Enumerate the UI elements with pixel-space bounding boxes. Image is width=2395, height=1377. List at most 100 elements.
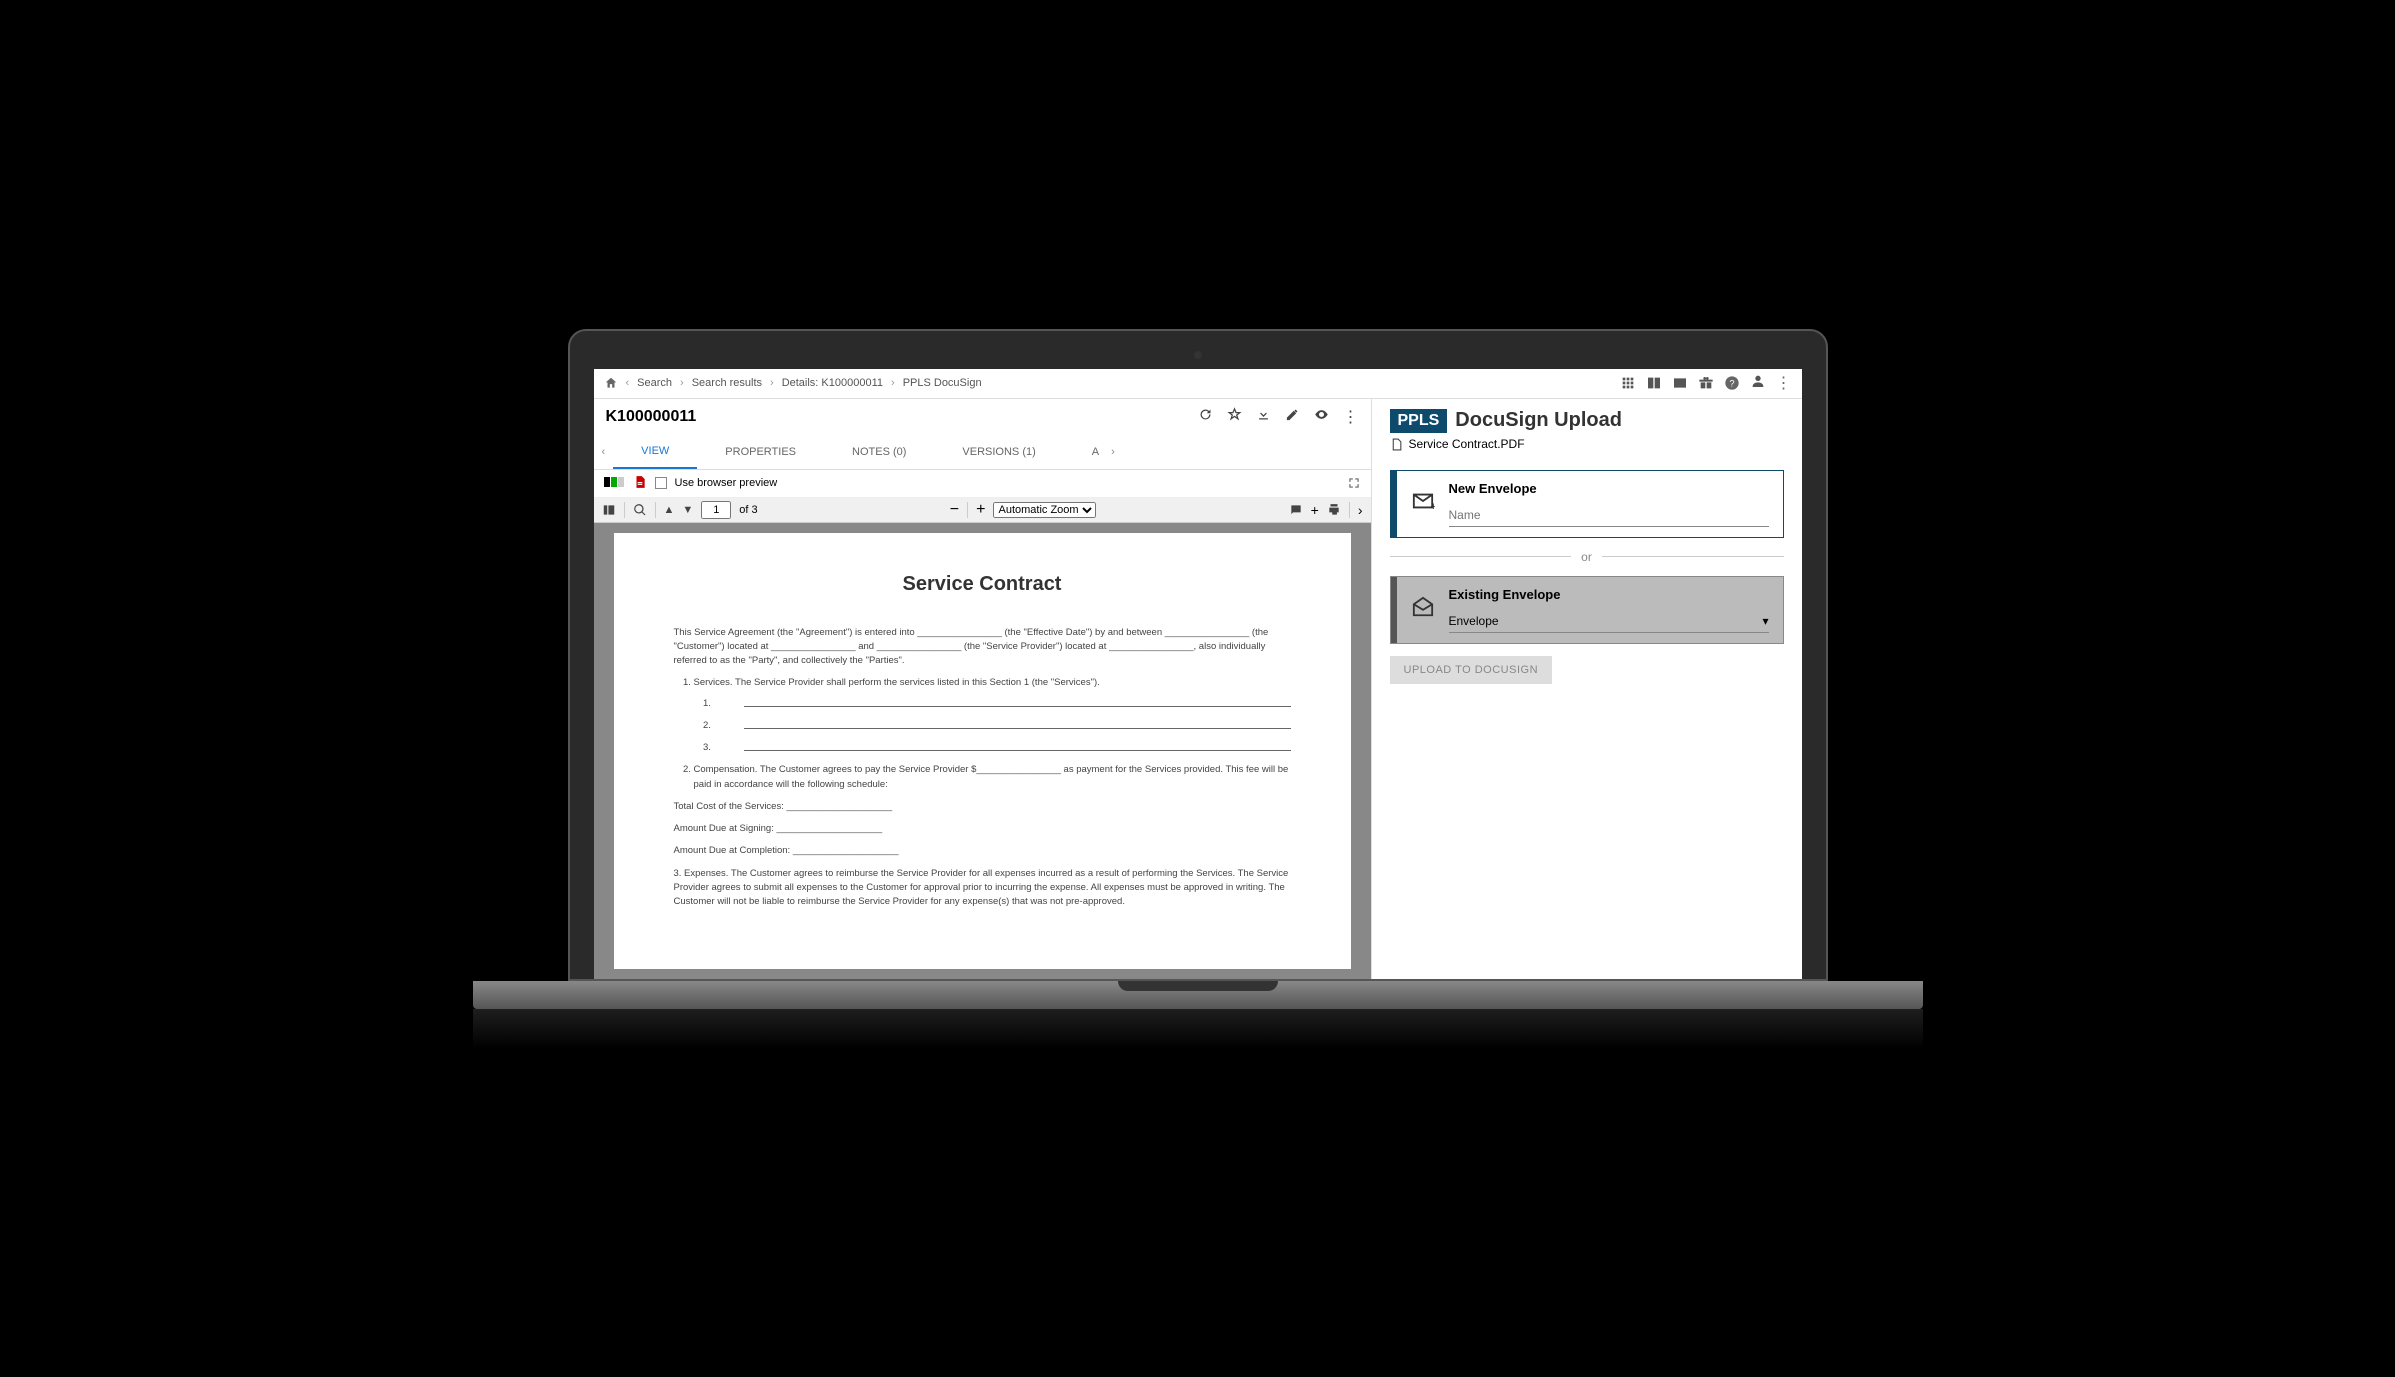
laptop-base [473,981,1923,1009]
breadcrumb: ‹ Search › Search results › Details: K10… [604,376,1620,390]
pdf-toolbar: ▲ ▼ of 3 − + Automatic Zoom + [594,498,1371,523]
app-screen: ‹ Search › Search results › Details: K10… [594,369,1802,979]
tab-nav-left[interactable]: ‹ [594,446,614,458]
top-icons: ? ⋮ [1620,373,1792,394]
gift-icon[interactable] [1698,375,1714,391]
pdf-signing: Amount Due at Signing: _________________… [674,822,1291,836]
tab-notes[interactable]: NOTES (0) [824,436,934,468]
comment-icon[interactable] [1289,503,1303,517]
camera-dot [1194,351,1202,359]
file-line: Service Contract.PDF [1390,437,1784,452]
pdf-completion: Amount Due at Completion: ______________… [674,844,1291,858]
pdf-item-3: 3. Expenses. The Customer agrees to reim… [674,867,1291,910]
help-icon[interactable]: ? [1724,375,1740,391]
tab-properties[interactable]: PROPERTIES [697,436,824,468]
pdf-title: Service Contract [674,573,1291,596]
next-icon[interactable]: › [1358,502,1363,518]
blank-line [714,719,1291,733]
main-content: K100000011 ⋮ ‹ VIEW PROPER [594,399,1802,979]
ppls-title: DocuSign Upload [1455,409,1622,432]
pdf-intro: This Service Agreement (the "Agreement")… [674,626,1291,669]
envelope-open-icon [1411,596,1435,624]
chevron-left-icon[interactable]: ‹ [626,377,630,389]
crumb-search[interactable]: Search [637,377,672,389]
fullscreen-icon[interactable] [1347,476,1361,490]
search-icon[interactable] [633,503,647,517]
laptop-frame: ‹ Search › Search results › Details: K10… [568,329,1828,1049]
document-actions: ⋮ [1198,407,1359,427]
zoom-out-icon[interactable]: − [950,501,959,519]
chevron-right-icon: › [770,377,774,389]
existing-envelope-label: Existing Envelope [1449,587,1769,602]
laptop-reflection [473,1009,1923,1049]
or-text: or [1581,550,1592,564]
tab-partial[interactable]: A [1064,436,1103,468]
apps-icon[interactable] [1620,375,1636,391]
pdf-viewport[interactable]: Service Contract This Service Agreement … [594,523,1371,979]
tab-nav-right[interactable]: › [1103,446,1123,458]
pdf-body: This Service Agreement (the "Agreement")… [674,626,1291,910]
download-icon[interactable] [1256,407,1271,422]
tab-view[interactable]: VIEW [613,435,697,469]
ppls-header: PPLS DocuSign Upload [1390,409,1784,433]
envelope-select-placeholder: Envelope [1449,614,1499,628]
pdf-item-2: Compensation. The Customer agrees to pay… [694,763,1291,792]
upload-button[interactable]: UPLOAD TO DOCUSIGN [1390,656,1553,684]
new-envelope-label: New Envelope [1449,481,1769,496]
chevron-down-icon: ▾ [1762,614,1768,628]
user-avatar-icon[interactable] [1750,373,1766,394]
blank-line [714,741,1291,755]
sidebar-toggle-icon[interactable] [602,503,616,517]
left-pane: K100000011 ⋮ ‹ VIEW PROPER [594,399,1372,979]
ppls-badge: PPLS [1390,409,1448,433]
existing-envelope-box[interactable]: Existing Envelope Envelope ▾ [1390,576,1784,644]
preview-bar: Use browser preview [594,470,1371,498]
crumb-details[interactable]: Details: K100000011 [782,377,883,389]
chevron-right-icon: › [680,377,684,389]
home-icon[interactable] [604,376,618,390]
pdf-item-1: Services. The Service Provider shall per… [694,676,1291,755]
page-up-icon[interactable]: ▲ [664,504,675,516]
pdf-cost: Total Cost of the Services: ____________… [674,800,1291,814]
eye-icon[interactable] [1314,407,1329,422]
right-pane: PPLS DocuSign Upload Service Contract.PD… [1372,399,1802,979]
new-envelope-box[interactable]: + New Envelope [1390,470,1784,538]
more-icon[interactable]: ⋮ [1776,373,1792,393]
pdf-page: Service Contract This Service Agreement … [614,533,1351,969]
browser-preview-checkbox[interactable] [655,477,667,489]
svg-text:?: ? [1729,378,1734,388]
columns-icon[interactable] [1646,375,1662,391]
zoom-select[interactable]: Automatic Zoom [993,502,1096,518]
screen-bezel: ‹ Search › Search results › Details: K10… [568,329,1828,981]
document-title: K100000011 [606,408,1198,426]
top-bar: ‹ Search › Search results › Details: K10… [594,369,1802,399]
chevron-right-icon: › [891,377,895,389]
pdf-item-1-text: Services. The Service Provider shall per… [694,677,1100,688]
page-total: of 3 [739,504,757,516]
add-icon[interactable]: + [1311,502,1319,518]
crumb-docusign[interactable]: PPLS DocuSign [903,377,982,389]
svg-text:+: + [1430,501,1435,512]
pdf-icon [633,474,647,493]
file-name: Service Contract.PDF [1409,437,1525,451]
envelope-name-input[interactable] [1449,504,1769,527]
envelope-select[interactable]: Envelope ▾ [1449,610,1769,633]
window-icon[interactable] [1672,375,1688,391]
blank-line [714,697,1291,711]
star-icon[interactable] [1227,407,1242,422]
crumb-results[interactable]: Search results [692,377,762,389]
file-icon [1390,437,1403,452]
tab-versions[interactable]: VERSIONS (1) [934,436,1063,468]
status-dots [604,477,625,490]
page-down-icon[interactable]: ▼ [682,504,693,516]
page-number-input[interactable] [701,501,731,519]
envelope-new-icon: + [1411,490,1435,518]
tabs: ‹ VIEW PROPERTIES NOTES (0) VERSIONS (1)… [594,435,1371,470]
refresh-icon[interactable] [1198,407,1213,422]
edit-icon[interactable] [1285,407,1300,422]
zoom-in-icon[interactable]: + [976,501,985,519]
document-header: K100000011 ⋮ [594,399,1371,435]
or-divider: or [1390,550,1784,564]
more-icon[interactable]: ⋮ [1343,407,1359,427]
print-icon[interactable] [1327,503,1341,517]
